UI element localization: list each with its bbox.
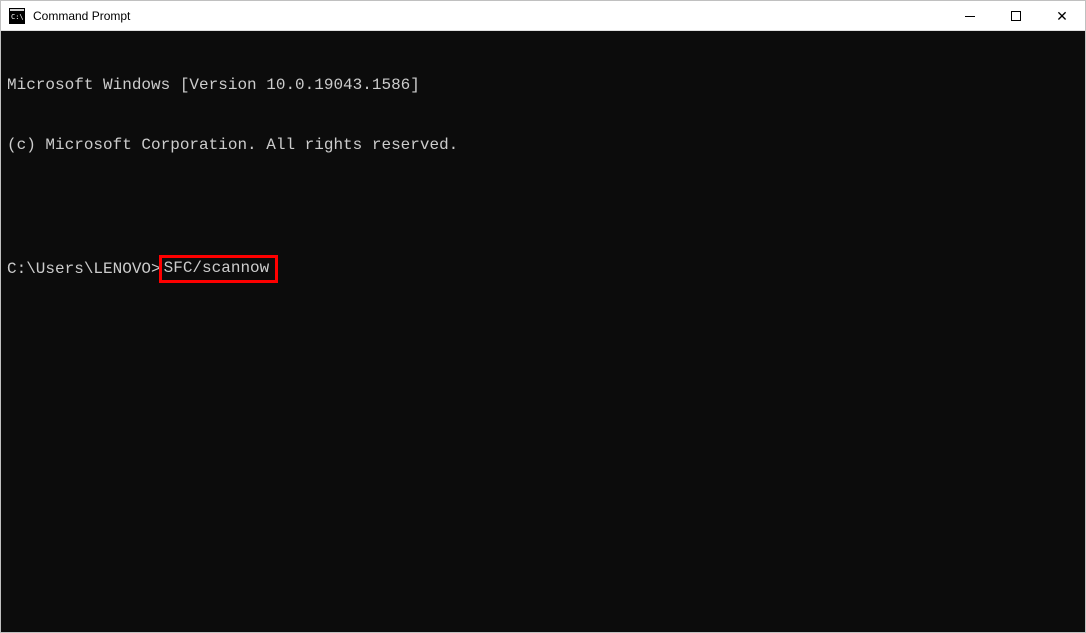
minimize-button[interactable]	[947, 1, 993, 31]
close-icon: ✕	[1056, 8, 1068, 25]
maximize-icon	[1011, 11, 1021, 21]
svg-text:C:\: C:\	[11, 13, 24, 21]
window-title: Command Prompt	[33, 9, 947, 23]
prompt-line: C:\Users\LENOVO>SFC/scannow	[7, 255, 1079, 283]
close-button[interactable]: ✕	[1039, 1, 1085, 31]
version-line: Microsoft Windows [Version 10.0.19043.15…	[7, 75, 1079, 95]
command-highlight: SFC/scannow	[159, 255, 279, 283]
prompt-text: C:\Users\LENOVO>	[7, 259, 161, 279]
terminal-output[interactable]: Microsoft Windows [Version 10.0.19043.15…	[1, 31, 1085, 632]
command-text: SFC/scannow	[164, 259, 270, 277]
command-prompt-window: C:\ Command Prompt ✕ Microsoft Windows […	[0, 0, 1086, 633]
maximize-button[interactable]	[993, 1, 1039, 31]
window-controls: ✕	[947, 1, 1085, 30]
cmd-icon: C:\	[9, 8, 25, 24]
titlebar[interactable]: C:\ Command Prompt ✕	[1, 1, 1085, 31]
copyright-line: (c) Microsoft Corporation. All rights re…	[7, 135, 1079, 155]
minimize-icon	[965, 16, 975, 17]
blank-line	[7, 195, 1079, 215]
